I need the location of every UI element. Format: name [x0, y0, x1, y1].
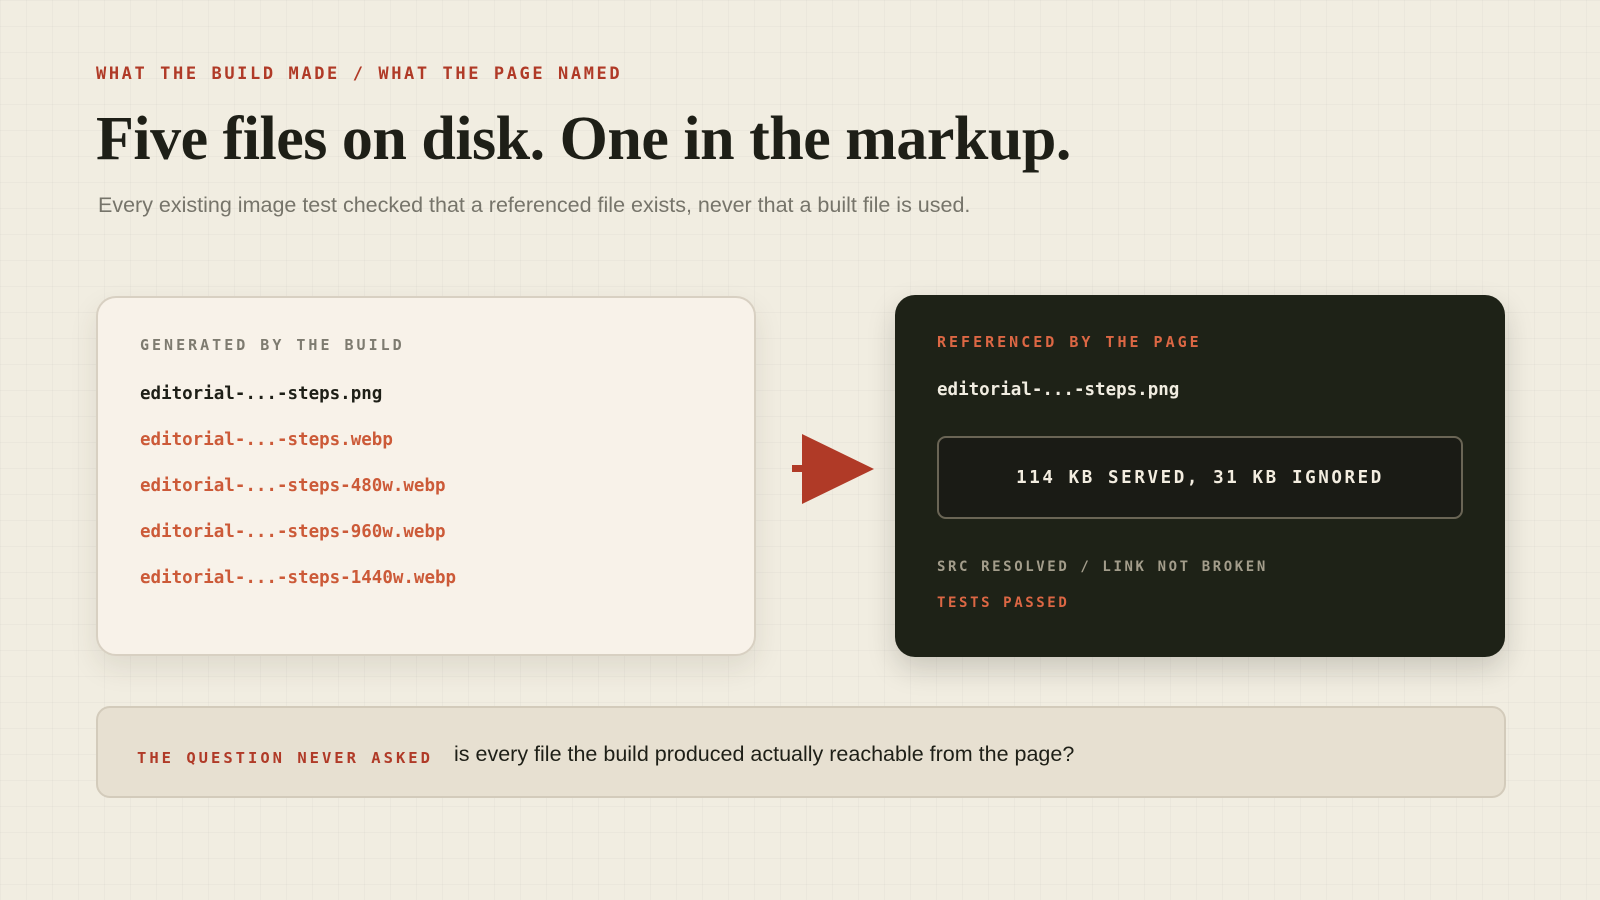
question-callout: THE QUESTION NEVER ASKED is every file t…: [96, 706, 1506, 798]
referenced-files-card: REFERENCED BY THE PAGE editorial-...-ste…: [895, 295, 1505, 657]
referenced-files-label: REFERENCED BY THE PAGE: [937, 333, 1202, 351]
file-item: editorial-...-steps-1440w.webp: [140, 568, 457, 588]
generated-file-list: editorial-...-steps.png editorial-...-st…: [140, 383, 456, 613]
callout-text: is every file the build produced actuall…: [454, 742, 1075, 766]
file-item: editorial-...-steps-960w.webp: [140, 522, 446, 542]
generated-files-label: GENERATED BY THE BUILD: [140, 336, 405, 354]
file-item: editorial-...-steps-480w.webp: [140, 476, 446, 496]
page-subtitle: Every existing image test checked that a…: [98, 193, 971, 217]
eyebrow-label: WHAT THE BUILD MADE / WHAT THE PAGE NAME…: [96, 64, 623, 84]
served-summary-box: 114 KB SERVED, 31 KB IGNORED: [937, 436, 1463, 519]
page-title: Five files on disk. One in the markup.: [96, 105, 1071, 173]
generated-files-card: GENERATED BY THE BUILD editorial-...-ste…: [96, 296, 756, 656]
served-summary-text: 114 KB SERVED, 31 KB IGNORED: [1016, 467, 1384, 488]
status-line: SRC RESOLVED / LINK NOT BROKEN: [937, 559, 1268, 575]
tests-result: TESTS PASSED: [937, 595, 1070, 611]
right-arrow-icon: [792, 434, 874, 504]
file-item: editorial-...-steps.webp: [140, 430, 393, 450]
file-item: editorial-...-steps.png: [140, 384, 383, 404]
referenced-file-item: editorial-...-steps.png: [937, 380, 1180, 400]
callout-label: THE QUESTION NEVER ASKED: [137, 749, 433, 767]
